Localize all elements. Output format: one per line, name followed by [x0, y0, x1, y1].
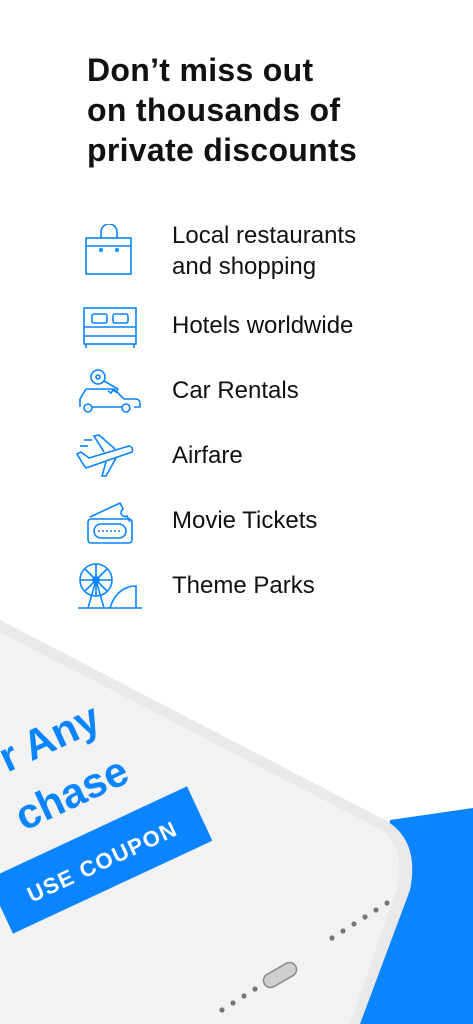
headline-line-1: Don’t miss out	[87, 52, 314, 88]
phone-screen	[0, 632, 400, 1024]
car-key-icon	[76, 365, 144, 421]
feature-label: Hotels worldwide	[172, 312, 354, 339]
use-coupon-label: USE COUPON	[23, 816, 181, 908]
feature-theme-parks: Theme Parks	[0, 560, 473, 620]
feature-label: Theme Parks	[172, 572, 315, 599]
feature-local-restaurants: Local restaurants and shopping	[0, 220, 473, 280]
feature-label: Airfare	[172, 442, 243, 469]
feature-airfare: Airfare	[0, 430, 473, 490]
airplane-icon	[76, 430, 144, 486]
feature-car-rentals: Car Rentals	[0, 365, 473, 425]
headline-line-2: on thousands of	[87, 92, 341, 128]
feature-hotels: Hotels worldwide	[0, 300, 473, 360]
headline: Don’t miss out on thousands of private d…	[87, 50, 447, 170]
movie-ticket-icon	[76, 495, 144, 551]
promo-text-1: r Any	[0, 693, 108, 781]
bed-icon	[76, 300, 144, 356]
feature-label: Movie Tickets	[172, 507, 318, 534]
feature-movie-tickets: Movie Tickets	[0, 495, 473, 555]
shopping-bag-icon	[76, 224, 144, 280]
use-coupon-button	[0, 786, 213, 934]
promo-text-2: chase	[8, 747, 136, 840]
charging-port	[262, 961, 298, 989]
headline-line-3: private discounts	[87, 132, 358, 168]
feature-label: Car Rentals	[172, 377, 299, 404]
speaker-grill	[219, 900, 390, 1013]
ferris-wheel-icon	[76, 560, 144, 616]
phone-body	[0, 620, 413, 1024]
feature-label: Local restaurants and shopping	[172, 222, 357, 280]
blue-accent-shape	[360, 808, 473, 1024]
